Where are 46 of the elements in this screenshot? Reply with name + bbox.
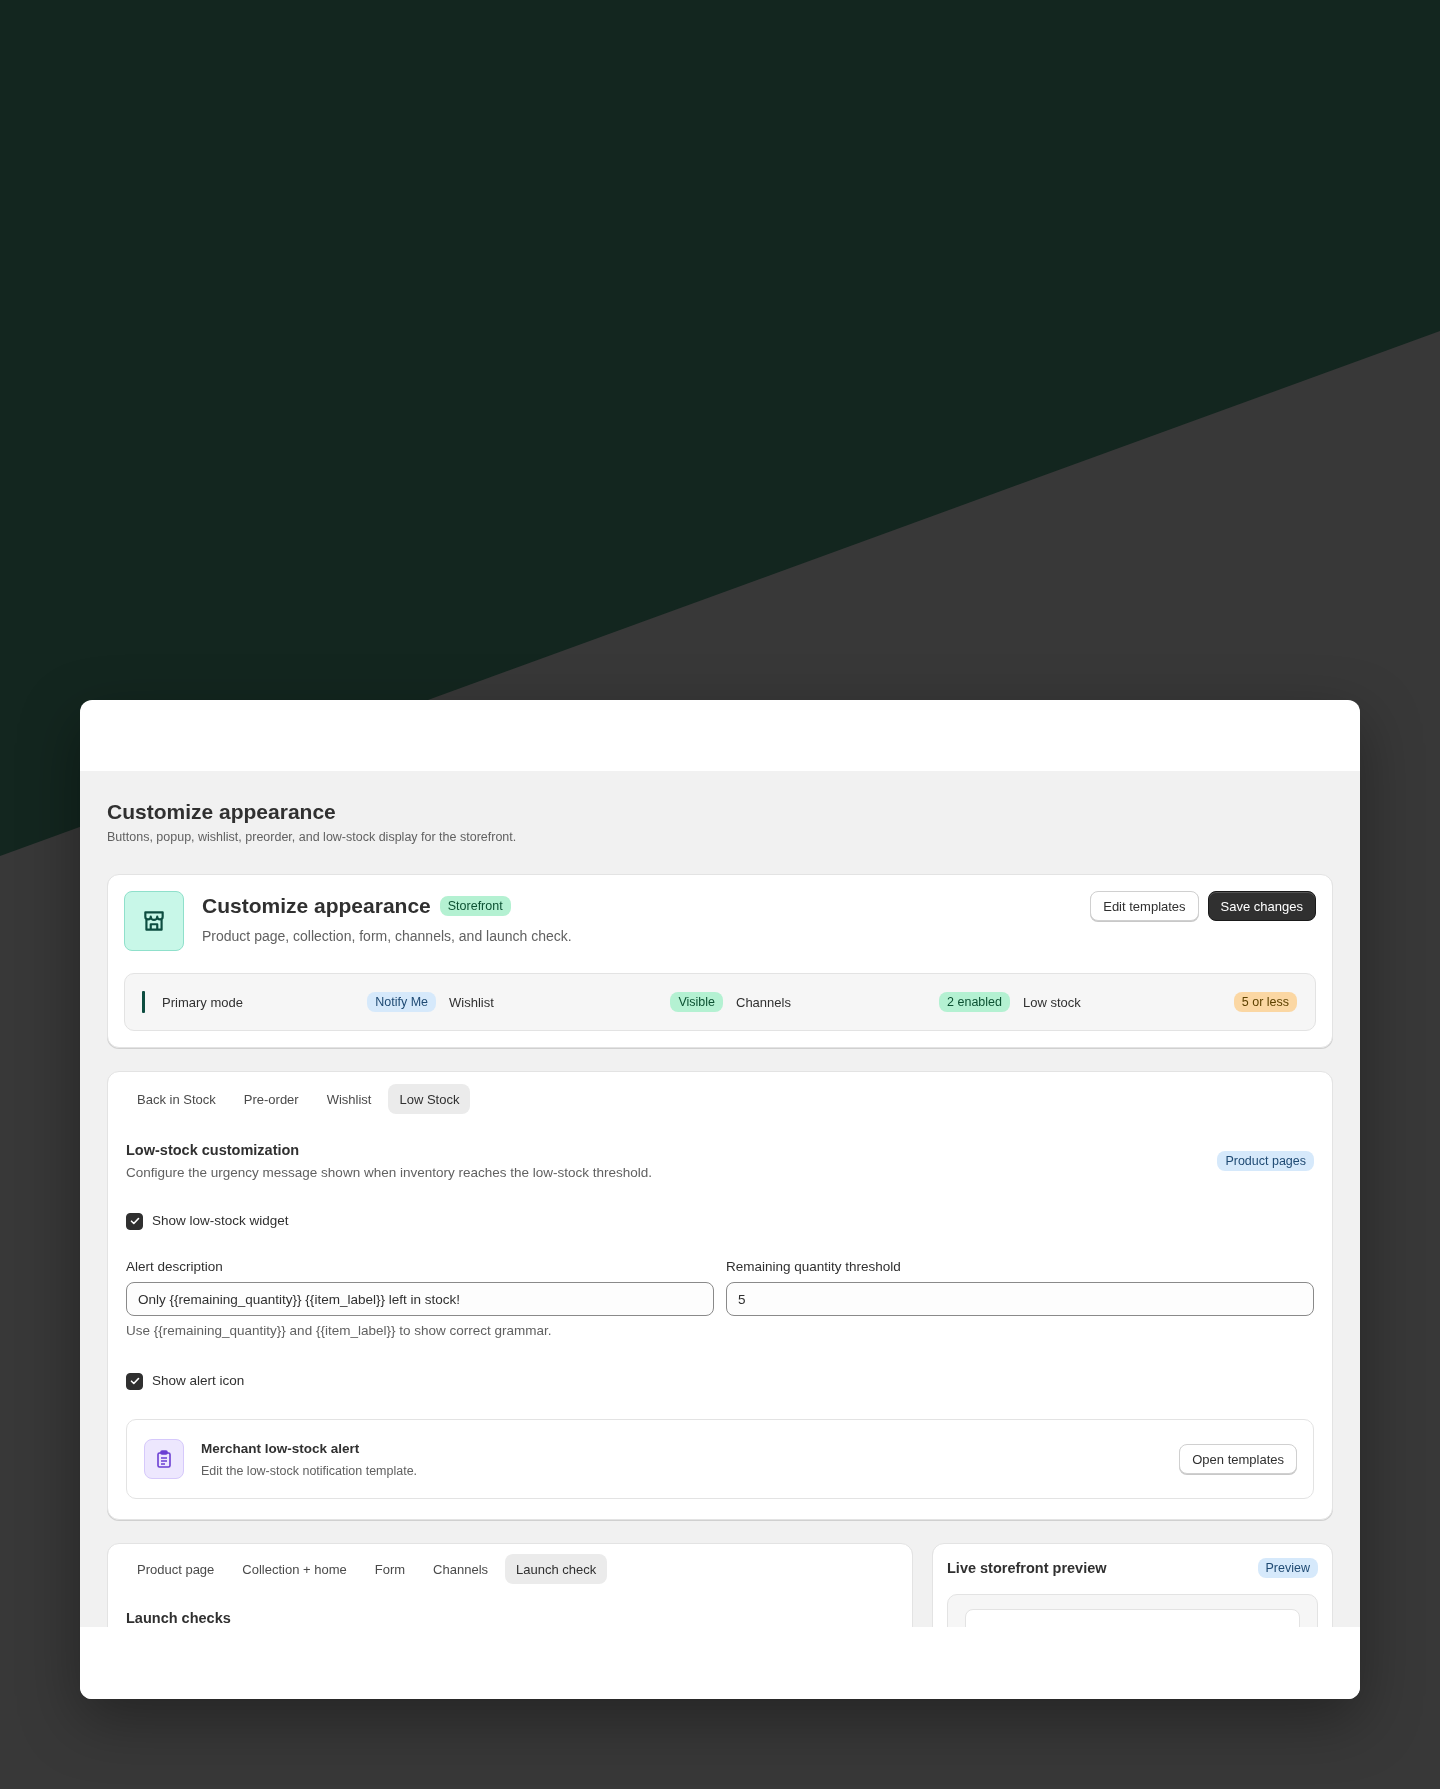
tab[interactable]: Wishlist	[315, 1084, 383, 1114]
checkbox-label: Show low-stock widget	[152, 1212, 289, 1230]
stat-label: Low stock	[1023, 994, 1081, 1010]
input-field[interactable]: Only {{remaining_quantity}} {{item_label}} left in stock!	[126, 1282, 714, 1316]
alert-description: Edit the low-stock notification template.	[201, 1462, 419, 1479]
page-title: Customize appearance	[107, 799, 337, 825]
stat-label: Primary mode	[162, 994, 243, 1010]
field-label: Alert description	[126, 1258, 224, 1276]
save-button[interactable]: Save changes	[1207, 891, 1316, 921]
clipboard-icon	[144, 1439, 184, 1479]
status-badge: 2 enabled	[939, 992, 1010, 1012]
card-subtitle: Product page, collection, form, channels, and launch check.	[202, 927, 573, 945]
tab[interactable]: Back in Stock	[126, 1084, 227, 1114]
storefront-icon	[124, 891, 184, 951]
checkbox[interactable]	[126, 1372, 143, 1390]
input-field[interactable]: 5	[726, 1282, 1314, 1316]
status-badge: Visible	[670, 992, 723, 1012]
check-icon	[128, 1375, 141, 1387]
section-title: Low-stock customization	[126, 1141, 301, 1160]
status-badge: Storefront	[439, 896, 511, 916]
alert-title: Merchant low-stock alert	[201, 1439, 361, 1458]
status-badge: Product pages	[1217, 1151, 1314, 1171]
field-hint: Use {{remaining_quantity}} and {{item_label}} to show correct grammar.	[126, 1322, 553, 1340]
tab[interactable]: Collection + home	[231, 1554, 358, 1584]
section-description: Configure the urgency message shown when inventory reaches the low-stock threshold.	[126, 1164, 653, 1182]
status-badge: Preview	[1257, 1558, 1318, 1578]
checkbox-label: Show alert icon	[152, 1372, 245, 1390]
section-title: Launch checks	[126, 1609, 232, 1627]
stat-label: Channels	[736, 994, 791, 1010]
status-badge: Notify Me	[367, 992, 436, 1012]
status-badge: 5 or less	[1233, 992, 1297, 1012]
tab[interactable]: Product page	[126, 1554, 226, 1584]
page-subtitle: Buttons, popup, wishlist, preorder, and low-stock display for the storefront.	[107, 829, 518, 846]
edit-button[interactable]: Edit templates	[1090, 891, 1199, 921]
card-title: Customize appearance	[202, 893, 431, 919]
tab[interactable]: Form	[363, 1554, 417, 1584]
tab[interactable]: Low Stock	[388, 1084, 471, 1114]
field-label: Remaining quantity threshold	[726, 1258, 902, 1276]
checkbox[interactable]	[126, 1212, 143, 1230]
tab[interactable]: Launch check	[505, 1554, 608, 1584]
check-icon	[128, 1215, 141, 1227]
open-templates-button[interactable]: Open templates	[1179, 1444, 1297, 1474]
tab[interactable]: Channels	[422, 1554, 500, 1584]
stat-label: Wishlist	[449, 994, 494, 1010]
preview-title: Live storefront preview	[947, 1559, 1107, 1578]
tab[interactable]: Pre-order	[232, 1084, 310, 1114]
